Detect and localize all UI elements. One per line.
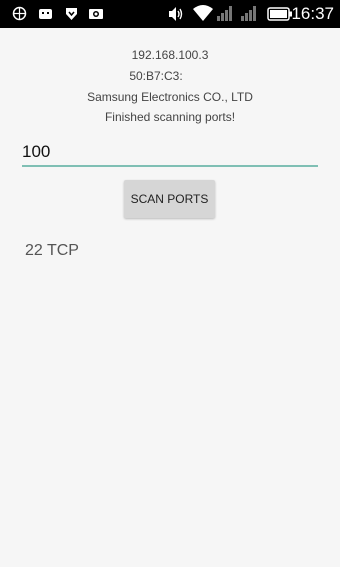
download-shield-icon <box>66 8 77 20</box>
open-port-list-item: 22 TCP <box>25 242 79 259</box>
scan-ports-button[interactable]: SCAN PORTS <box>124 180 215 218</box>
vendor-name: Samsung Electronics CO., LTD <box>87 90 253 104</box>
wifi-icon <box>193 5 213 21</box>
port-count-input[interactable] <box>22 139 318 167</box>
mac-address: 50:B7:C3: <box>129 69 183 83</box>
battery-icon <box>267 7 292 21</box>
volume-icon <box>169 7 183 21</box>
app-notification-icon <box>12 6 27 21</box>
signal-icon <box>241 6 256 21</box>
clock: 16:37 <box>291 4 334 23</box>
photo-icon <box>89 9 103 19</box>
status-bar: 16:37 <box>0 0 340 28</box>
main-content: 192.168.100.3 50:B7:C3: Samsung Electron… <box>0 28 340 567</box>
signal-icon <box>217 6 232 21</box>
scan-status: Finished scanning ports! <box>104 110 236 124</box>
ip-address: 192.168.100.3 <box>131 48 209 62</box>
android-debug-icon <box>39 9 52 19</box>
